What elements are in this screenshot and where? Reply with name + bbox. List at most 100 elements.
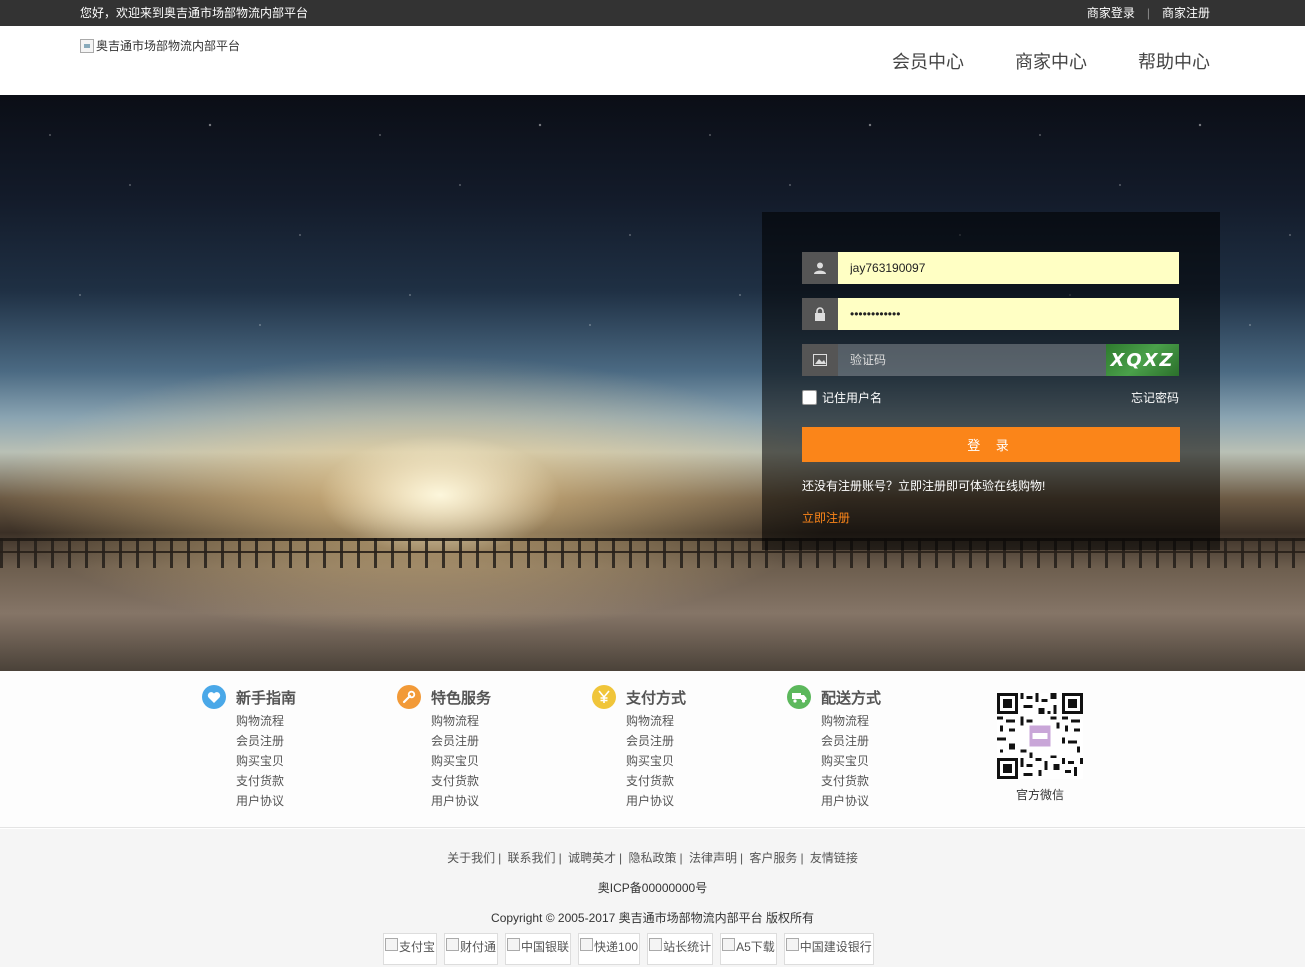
service-link[interactable]: 购买宝贝 (626, 751, 686, 771)
service-link[interactable]: 支付货款 (236, 771, 296, 791)
partner-logo-unionpay[interactable]: 中国银联 (505, 933, 572, 965)
logo-alt-text: 奥吉通市场部物流内部平台 (96, 39, 241, 53)
yen-icon (592, 685, 616, 709)
broken-image-icon (507, 938, 521, 951)
service-head: 特色服务 (397, 685, 491, 709)
partner-label: 中国建设银行 (799, 940, 872, 954)
service-link[interactable]: 购物流程 (431, 711, 491, 731)
site-header: 奥吉通市场部物流内部平台 会员中心 商家中心 帮助中心 (0, 26, 1305, 95)
footer-link-about[interactable]: 关于我们 (447, 851, 495, 865)
service-link[interactable]: 购买宝贝 (431, 751, 491, 771)
password-field (802, 298, 1179, 330)
service-link[interactable]: 会员注册 (626, 731, 686, 751)
site-logo[interactable]: 奥吉通市场部物流内部平台 (80, 37, 240, 54)
broken-image-icon (446, 938, 460, 951)
user-icon (802, 252, 838, 284)
main-nav: 会员中心 商家中心 帮助中心 (841, 48, 1210, 74)
broken-image-icon (385, 938, 398, 951)
wrench-icon (397, 685, 421, 709)
password-input[interactable] (838, 298, 1179, 330)
service-title: 配送方式 (821, 689, 882, 707)
service-link[interactable]: 会员注册 (236, 731, 296, 751)
service-column-payment: 支付方式 购物流程 会员注册 购买宝贝 支付货款 用户协议 (592, 685, 686, 811)
service-link[interactable]: 会员注册 (431, 731, 491, 751)
broken-image-icon (80, 38, 94, 53)
register-tip: 还没有注册账号？立即注册即可体验在线购物! (802, 479, 1046, 493)
service-title: 新手指南 (236, 689, 297, 707)
footer-link-privacy[interactable]: 隐私政策 (628, 851, 676, 865)
service-title: 特色服务 (431, 689, 492, 707)
partner-logo-a5[interactable]: A5下载 (720, 933, 777, 965)
footer-link-contact[interactable]: 联系我们 (508, 851, 556, 865)
nav-help-center[interactable]: 帮助中心 (1138, 48, 1210, 74)
icp-number: 奥ICP备00000000号 (597, 881, 708, 895)
service-link[interactable]: 支付货款 (821, 771, 881, 791)
username-field (802, 252, 1179, 284)
remember-label: 记住用户名 (822, 391, 883, 405)
partner-label: 站长统计 (663, 940, 712, 954)
username-input[interactable] (838, 252, 1179, 284)
service-link[interactable]: 用户协议 (236, 791, 296, 811)
service-head: 支付方式 (592, 685, 686, 709)
merchant-login-link[interactable]: 商家登录 (1087, 4, 1135, 21)
service-link[interactable]: 购物流程 (821, 711, 881, 731)
service-link[interactable]: 购物流程 (236, 711, 296, 731)
partner-logo-stats[interactable]: 站长统计 (647, 933, 714, 965)
lock-icon (802, 298, 838, 330)
top-bar: 您好，欢迎来到奥吉通市场部物流内部平台 商家登录 | 商家注册 (0, 0, 1305, 26)
register-link[interactable]: 立即注册 (802, 509, 850, 526)
captcha-input[interactable] (838, 344, 1106, 376)
service-link[interactable]: 会员注册 (821, 731, 881, 751)
partner-logo-alipay[interactable]: 支付宝 (383, 933, 438, 965)
nav-merchant-center[interactable]: 商家中心 (1015, 48, 1087, 74)
heart-icon (202, 685, 226, 709)
partner-label: 财付通 (460, 940, 497, 954)
wechat-qr-code (997, 693, 1083, 779)
service-link[interactable]: 购买宝贝 (236, 751, 296, 771)
service-link[interactable]: 购物流程 (626, 711, 686, 731)
service-list: 购物流程 会员注册 购买宝贝 支付货款 用户协议 (821, 711, 881, 811)
service-section: 新手指南 购物流程 会员注册 购买宝贝 支付货款 用户协议 特色服务 购物流程 … (0, 671, 1305, 828)
copyright: Copyright © 2005-2017 奥吉通市场部物流内部平台 版权所有 (491, 911, 814, 925)
login-panel: XQXZ 记住用户名 忘记密码 登 录 还没有注册账号？立即注册即可体验在线购物… (762, 212, 1220, 550)
login-button[interactable]: 登 录 (802, 427, 1180, 462)
broken-image-icon (649, 938, 663, 951)
broken-image-icon (785, 938, 799, 951)
service-link[interactable]: 支付货款 (626, 771, 686, 791)
partner-label: 支付宝 (399, 940, 436, 954)
top-links-separator: | (1146, 5, 1150, 20)
broken-image-icon (722, 938, 736, 951)
footer-links: 关于我们 | 联系我们 | 诚聘英才 | 隐私政策 | 法律声明 | 客户服务 | 友情链接 (447, 851, 858, 865)
service-link[interactable]: 用户协议 (431, 791, 491, 811)
service-column-guide: 新手指南 购物流程 会员注册 购买宝贝 支付货款 用户协议 (202, 685, 296, 811)
nav-member-center[interactable]: 会员中心 (892, 48, 964, 74)
service-list: 购物流程 会员注册 购买宝贝 支付货款 用户协议 (236, 711, 296, 811)
remember-checkbox[interactable] (802, 390, 817, 405)
captcha-image[interactable]: XQXZ (1106, 344, 1179, 376)
service-head: 新手指南 (202, 685, 296, 709)
service-column-features: 特色服务 购物流程 会员注册 购买宝贝 支付货款 用户协议 (397, 685, 491, 811)
top-links: 商家登录 | 商家注册 (1087, 4, 1210, 21)
partner-logos: 支付宝 财付通 中国银联 快递100 站长统计 A5下载 中国建设银行 (383, 933, 881, 965)
service-link[interactable]: 用户协议 (821, 791, 881, 811)
welcome-text: 您好，欢迎来到奥吉通市场部物流内部平台 (80, 6, 309, 20)
service-link[interactable]: 支付货款 (431, 771, 491, 791)
footer-link-careers[interactable]: 诚聘英才 (568, 851, 616, 865)
merchant-register-link[interactable]: 商家注册 (1162, 4, 1210, 21)
partner-logo-ccb[interactable]: 中国建设银行 (783, 933, 874, 965)
site-footer: 关于我们 | 联系我们 | 诚聘英才 | 隐私政策 | 法律声明 | 客户服务 | 友情链接… (0, 829, 1305, 967)
service-link[interactable]: 购买宝贝 (821, 751, 881, 771)
footer-link-friends[interactable]: 友情链接 (810, 851, 858, 865)
partner-label: 快递100 (594, 940, 639, 954)
footer-link-service[interactable]: 客户服务 (749, 851, 797, 865)
service-title: 支付方式 (626, 689, 687, 707)
partner-logo-tenpay[interactable]: 财付通 (444, 933, 499, 965)
service-link[interactable]: 用户协议 (626, 791, 686, 811)
footer-link-legal[interactable]: 法律声明 (689, 851, 737, 865)
service-list: 购物流程 会员注册 购买宝贝 支付货款 用户协议 (431, 711, 491, 811)
forgot-password-link[interactable]: 忘记密码 (1131, 389, 1179, 406)
service-list: 购物流程 会员注册 购买宝贝 支付货款 用户协议 (626, 711, 686, 811)
partner-label: A5下载 (736, 940, 775, 954)
partner-label: 中国银联 (521, 940, 570, 954)
partner-logo-kuaidi100[interactable]: 快递100 (578, 933, 641, 965)
